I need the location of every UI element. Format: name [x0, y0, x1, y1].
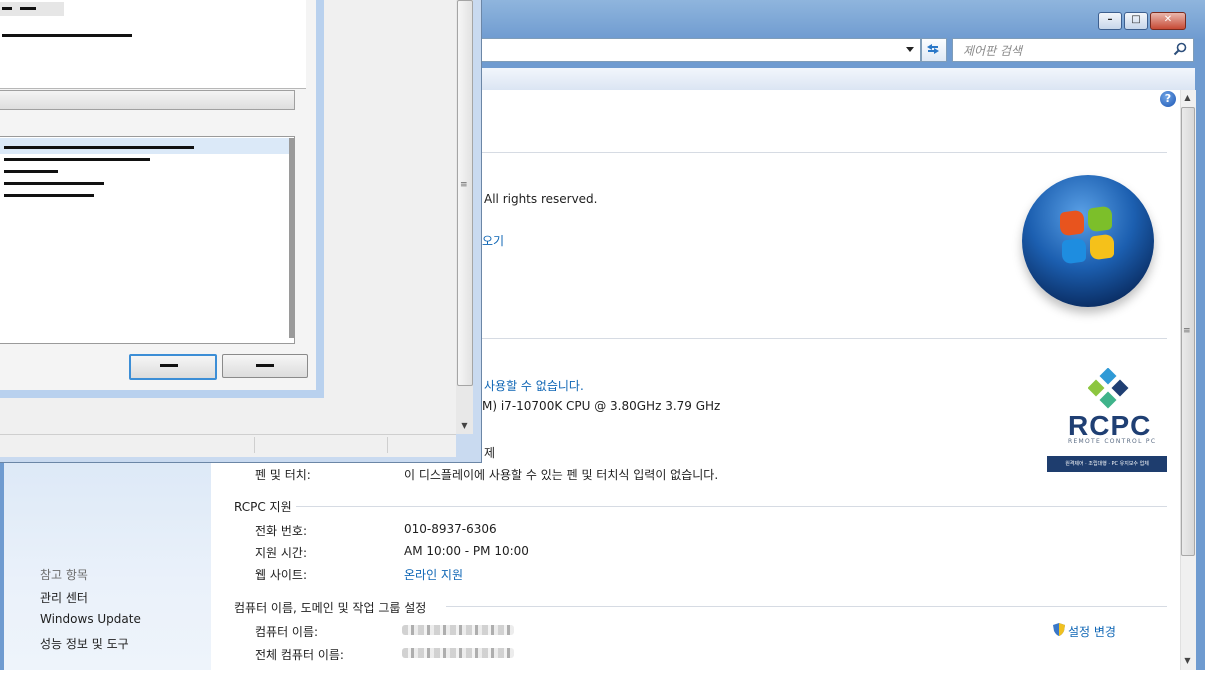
- copyright-text: All rights reserved.: [484, 192, 598, 206]
- hours-value: AM 10:00 - PM 10:00: [404, 544, 529, 558]
- support-section-title: RCPC 지원: [234, 500, 292, 514]
- redacted-text: [4, 158, 150, 161]
- divider: [296, 506, 1167, 507]
- full-computer-name-label: 전체 컴퓨터 이름:: [255, 648, 344, 662]
- ok-button[interactable]: [129, 354, 217, 380]
- computer-section-title: 컴퓨터 이름, 도메인 및 작업 그룹 설정: [234, 601, 427, 615]
- refresh-button[interactable]: [921, 38, 947, 62]
- dialog-combo[interactable]: [0, 90, 295, 110]
- redacted-text: [256, 364, 274, 367]
- online-support-link[interactable]: 온라인 지원: [404, 566, 463, 583]
- divider: [480, 338, 1167, 339]
- bottom-strip: [0, 670, 1205, 681]
- redacted-text: [160, 364, 178, 367]
- computer-name-label: 컴퓨터 이름:: [255, 625, 319, 639]
- rcpc-tagline: REMOTE CONTROL PC: [1068, 438, 1157, 445]
- refresh-icon: [927, 44, 939, 54]
- redacted-text: [4, 182, 104, 185]
- rating-link[interactable]: 사용할 수 없습니다.: [484, 377, 584, 394]
- windows-logo: [1022, 175, 1154, 307]
- dropdown-icon[interactable]: [901, 40, 919, 58]
- left-pane-item-windows-update[interactable]: Windows Update: [40, 612, 141, 626]
- divider: [446, 606, 1167, 607]
- rcpc-banner: 원격제어 · 조립대행 · PC 유지보수 업체: [1047, 456, 1167, 472]
- content-lower: [211, 462, 1180, 670]
- redacted-text: [4, 146, 194, 149]
- front-scroll-down-icon[interactable]: ▼: [458, 421, 471, 430]
- minimize-button[interactable]: –: [1098, 12, 1122, 30]
- help-icon[interactable]: ?: [1160, 91, 1176, 107]
- redacted-text: [4, 170, 58, 173]
- change-settings-link[interactable]: 설정 변경: [1068, 623, 1116, 640]
- pen-touch-value: 이 디스플레이에 사용할 수 있는 펜 및 터치식 입력이 없습니다.: [404, 468, 719, 482]
- search-icon[interactable]: [1172, 41, 1188, 57]
- scroll-up-icon[interactable]: ▲: [1181, 93, 1194, 102]
- scroll-down-icon[interactable]: ▼: [1181, 656, 1194, 665]
- redacted-text: [2, 34, 132, 37]
- website-label: 웹 사이트:: [255, 568, 308, 582]
- divider: [480, 152, 1167, 153]
- status-divider: [254, 437, 255, 453]
- see-also-heading: 참고 항목: [40, 568, 88, 582]
- command-bar: [480, 68, 1195, 91]
- maximize-button[interactable]: □: [1124, 12, 1148, 30]
- front-scroll-thumb[interactable]: [457, 0, 473, 386]
- address-bar[interactable]: [480, 38, 921, 62]
- front-scroll-grip-icon: ≡: [460, 180, 468, 190]
- shield-icon: [1053, 623, 1065, 636]
- processor-value: M) i7-10700K CPU @ 3.80GHz 3.79 GHz: [482, 399, 721, 413]
- dialog-list[interactable]: [0, 136, 295, 344]
- window-controls: – □ ✕: [1096, 12, 1186, 30]
- phone-label: 전화 번호:: [255, 524, 308, 538]
- status-divider: [387, 437, 388, 453]
- redacted-text: [20, 7, 36, 10]
- search-placeholder: 제어판 검색: [963, 44, 1023, 58]
- search-input[interactable]: 제어판 검색: [952, 38, 1194, 62]
- section-partial: 제: [484, 446, 496, 460]
- redacted-text: [4, 194, 94, 197]
- scroll-grip-icon: ≡: [1183, 326, 1191, 336]
- left-pane-item-action-center[interactable]: 관리 센터: [40, 589, 88, 606]
- rcpc-logo: [1088, 368, 1129, 409]
- close-button[interactable]: ✕: [1150, 12, 1186, 30]
- redacted-text: [2, 7, 12, 10]
- left-pane: 참고 항목 관리 센터 Windows Update 성능 정보 및 도구: [4, 462, 211, 670]
- full-computer-name-value: [402, 648, 514, 658]
- phone-value: 010-8937-6306: [404, 522, 497, 536]
- computer-name-value: [402, 625, 514, 635]
- more-link[interactable]: 오기: [482, 232, 504, 249]
- left-pane-item-performance[interactable]: 성능 정보 및 도구: [40, 635, 129, 652]
- dialog-list-scrollbar[interactable]: [289, 138, 294, 338]
- pen-touch-label: 펜 및 터치:: [255, 468, 311, 482]
- hours-label: 지원 시간:: [255, 546, 308, 560]
